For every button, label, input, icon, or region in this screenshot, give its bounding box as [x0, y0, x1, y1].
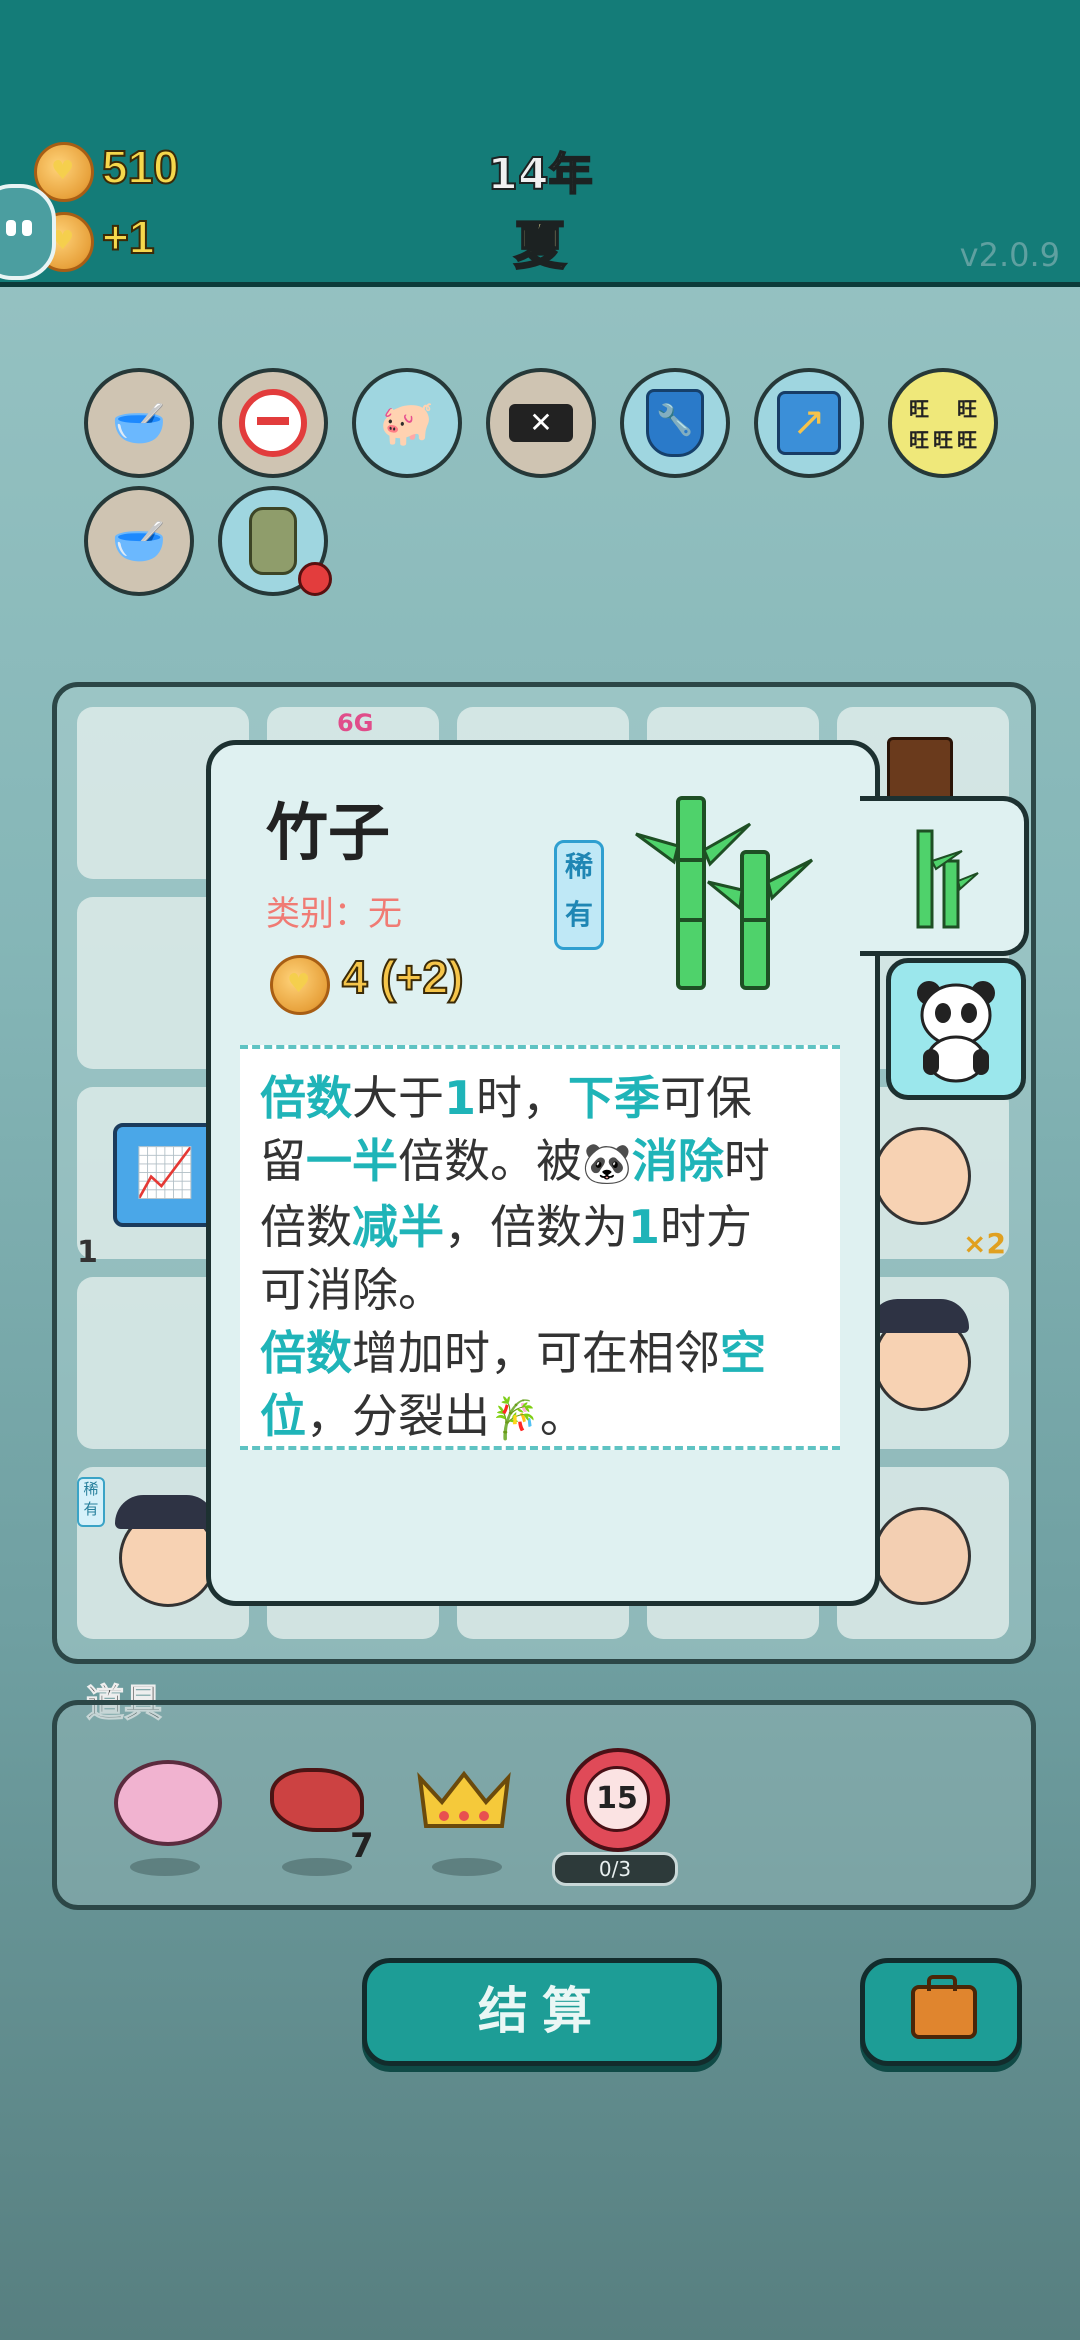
briefcase-handle — [927, 1975, 957, 1991]
bald-man-face-icon — [873, 1507, 971, 1605]
chocolate-icon — [887, 737, 953, 803]
item-description: 倍数大于1时，下季可保 留一半倍数。被🐼消除时 倍数减半，倍数为1时方 可消除。 倍数增… — [240, 1045, 840, 1450]
bamboo-inline-icon: 🎋 — [490, 1396, 540, 1442]
description-text: 可保 — [660, 1071, 753, 1125]
description-line: 留一半倍数。被🐼消除时 — [260, 1130, 822, 1196]
dog-bowl-icon[interactable]: 🥣 — [84, 368, 194, 478]
liver-count: 7 — [350, 1826, 374, 1866]
police-cap-icon — [869, 1299, 969, 1333]
timer-progress: 0/3 — [552, 1852, 678, 1886]
piggy-bank-icon[interactable]: 🐖 — [352, 368, 462, 478]
highlight-text: 消除 — [631, 1134, 724, 1188]
year-label: 14年 — [486, 148, 593, 201]
side-menu-button[interactable] — [0, 184, 56, 280]
police-cap-icon — [115, 1495, 215, 1529]
description-line: 倍数增加时，可在相邻空 — [260, 1322, 822, 1385]
description-text: 。 — [539, 1389, 586, 1443]
item-shadow — [282, 1858, 352, 1876]
version-label: v2.0.9 — [959, 236, 1060, 274]
bamboo-icon — [916, 829, 979, 929]
bag-button[interactable] — [860, 1958, 1022, 2066]
liver-item-icon[interactable] — [270, 1768, 364, 1832]
highlight-text: 倍数 — [260, 1326, 352, 1380]
crown-item-icon[interactable] — [414, 1768, 514, 1830]
rarity-text: 稀有 — [564, 850, 593, 931]
highlight-text: 减半 — [352, 1200, 444, 1254]
highlight-text: 1 — [444, 1071, 477, 1125]
detail-side-tab — [860, 796, 1029, 956]
briefcase-icon — [911, 1985, 977, 2039]
wang-text-icon[interactable]: 旺旺 旺旺旺 — [888, 368, 998, 478]
description-line: 位，分裂出🎋。 — [260, 1385, 822, 1451]
wang-char: 旺 — [909, 397, 929, 421]
trash-bag-icon[interactable] — [218, 486, 332, 596]
item-category: 类别：无 — [266, 894, 402, 934]
description-text: 时， — [476, 1071, 569, 1125]
wang-char: 旺 — [909, 428, 929, 452]
arrow-up-card-icon[interactable]: ↗ — [754, 368, 864, 478]
panda-inline-icon: 🐼 — [582, 1141, 632, 1187]
description-text: 倍数。被 — [398, 1134, 582, 1188]
highlight-text: 倍数 — [260, 1071, 352, 1125]
description-text: ，分裂出 — [306, 1389, 490, 1443]
rarity-badge: 稀有 — [554, 840, 604, 950]
item-price: 4 (+2) — [341, 950, 464, 1004]
wang-char: 旺 — [957, 428, 977, 452]
highlight-text: 下季 — [568, 1071, 661, 1125]
description-text: 留 — [260, 1134, 306, 1188]
item-shadow — [432, 1858, 502, 1876]
highlight-text: 位 — [260, 1389, 306, 1443]
wang-char: 旺 — [957, 397, 977, 421]
rare-tag: 稀有 — [77, 1477, 105, 1527]
timer-value: 15 — [584, 1766, 650, 1832]
panda-icon — [917, 981, 995, 1083]
price-coin-icon: ♥ — [270, 955, 330, 1015]
piggy-bank-item-icon[interactable] — [114, 1760, 222, 1846]
top-bar: ♥ 510 ♥ +1 14年 夏 v2.0.9 — [0, 0, 1080, 287]
item-name: 竹子 — [266, 796, 391, 869]
settle-button[interactable]: 结算 — [362, 1958, 722, 2066]
description-line: 倍数减半，倍数为1时方 — [260, 1196, 822, 1259]
old-man-face-icon — [873, 1127, 971, 1225]
description-line: 可消除。 — [260, 1259, 822, 1322]
description-text: 可消除。 — [260, 1263, 444, 1317]
bamboo-large-icon — [635, 796, 814, 990]
cell-count-label: 1 — [77, 1235, 98, 1270]
season-label: 夏 — [513, 216, 567, 278]
shield-wrench-icon[interactable]: 🔧 — [620, 368, 730, 478]
highlight-text: 一半 — [306, 1134, 398, 1188]
highlight-text: 1 — [628, 1200, 661, 1254]
description-text: 增加时，可在相邻 — [352, 1326, 720, 1380]
description-text: 大于 — [352, 1071, 444, 1125]
cell-6g-label: 6G — [337, 709, 374, 737]
item-shadow — [130, 1858, 200, 1876]
panda-tab[interactable] — [886, 958, 1026, 1100]
remove-badge-icon — [298, 562, 332, 596]
cancel-tag-icon[interactable]: ✕ — [486, 368, 596, 478]
description-text: 时 — [723, 1134, 770, 1188]
description-line: 倍数大于1时，下季可保 — [260, 1067, 822, 1130]
multiplier-label: ×2 — [963, 1227, 1006, 1260]
minus-circle-icon[interactable] — [218, 368, 328, 478]
dog-bowl-icon[interactable]: 🥣 — [84, 486, 194, 596]
timer-item-icon[interactable]: 15 — [566, 1748, 670, 1852]
highlight-text: 空 — [720, 1326, 766, 1380]
description-text: ，倍数为 — [444, 1200, 628, 1254]
wang-char: 旺 — [933, 428, 953, 452]
description-text: 倍数 — [260, 1200, 352, 1254]
description-text: 时方 — [660, 1200, 753, 1254]
trend-chart-icon: 📈 — [113, 1123, 217, 1227]
